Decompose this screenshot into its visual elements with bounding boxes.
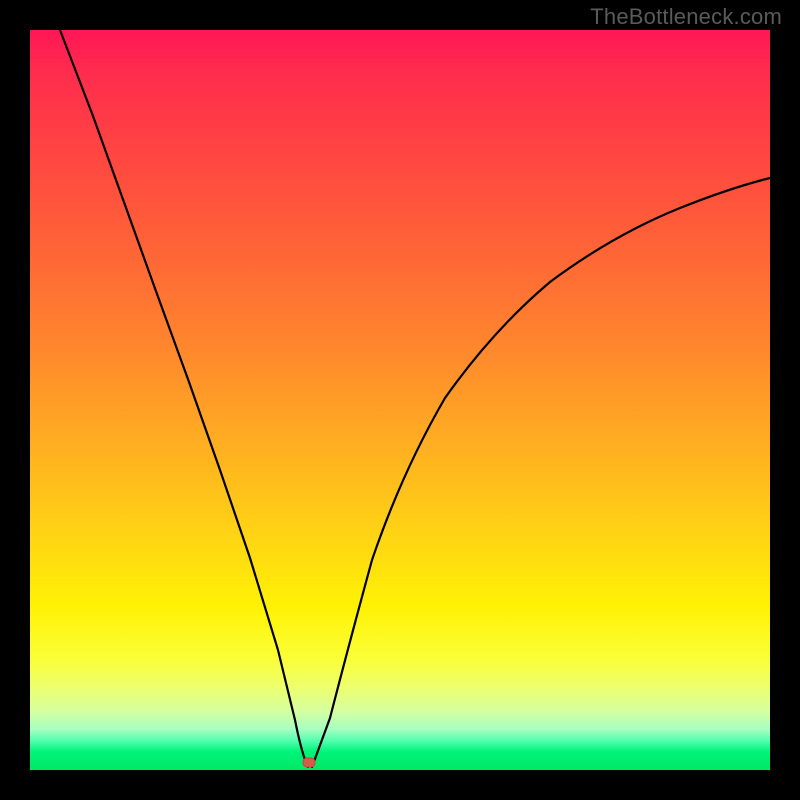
- curve-right-branch: [312, 178, 770, 767]
- watermark-text: TheBottleneck.com: [590, 4, 782, 30]
- vertex-marker: [303, 758, 315, 767]
- chart-frame: TheBottleneck.com: [0, 0, 800, 800]
- plot-area: [30, 30, 770, 770]
- bottleneck-curve: [30, 30, 770, 770]
- curve-left-branch: [60, 30, 308, 767]
